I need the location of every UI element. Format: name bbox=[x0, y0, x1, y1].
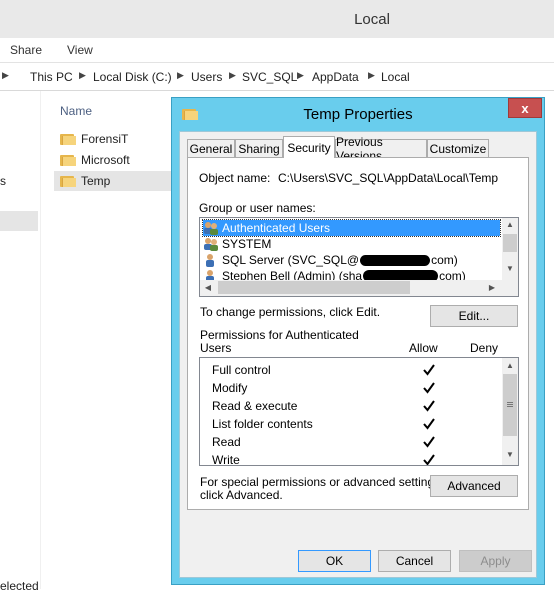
user-name: SQL Server (SVC_SQL@ bbox=[222, 253, 360, 267]
tab-customize[interactable]: Customize bbox=[427, 139, 489, 157]
ribbon-tab-share[interactable]: Share bbox=[10, 43, 42, 57]
user-name-suffix: com) bbox=[431, 253, 458, 267]
scroll-down-icon[interactable]: ▼ bbox=[502, 264, 518, 273]
chevron-right-icon[interactable]: ▶ bbox=[229, 70, 236, 81]
user-icon bbox=[203, 253, 219, 267]
user-list[interactable]: Authenticated Users SYSTEM SQL Server (S… bbox=[199, 217, 519, 297]
permission-name: Write bbox=[212, 453, 240, 466]
close-icon: x bbox=[521, 100, 529, 116]
scrollbar-thumb[interactable] bbox=[503, 374, 517, 436]
list-item[interactable]: SQL Server (SVC_SQL@ com) bbox=[203, 252, 500, 268]
vertical-scrollbar[interactable]: ▲ ▼ bbox=[502, 358, 518, 465]
file-name: ForensiT bbox=[81, 132, 129, 146]
chevron-right-icon[interactable]: ▶ bbox=[2, 70, 9, 81]
file-name: Microsoft bbox=[81, 153, 130, 167]
checkmark-icon bbox=[423, 454, 435, 465]
ok-button[interactable]: OK bbox=[298, 550, 371, 572]
file-item-temp[interactable]: Temp bbox=[54, 171, 174, 191]
tab-general[interactable]: General bbox=[187, 139, 235, 157]
edit-button[interactable]: Edit... bbox=[430, 305, 518, 327]
navigation-item-selected[interactable] bbox=[0, 211, 38, 231]
grip-icon bbox=[507, 402, 513, 403]
object-name-value: C:\Users\SVC_SQL\AppData\Local\Temp bbox=[278, 171, 499, 185]
user-name: SYSTEM bbox=[222, 237, 272, 251]
navigation-item-partial[interactable]: s bbox=[0, 174, 6, 188]
breadcrumb-svc-sql[interactable]: SVC_SQL bbox=[242, 70, 297, 84]
advanced-button[interactable]: Advanced bbox=[430, 475, 518, 497]
breadcrumb-this-pc[interactable]: This PC bbox=[30, 70, 73, 84]
scrollbar-thumb[interactable] bbox=[218, 281, 410, 294]
permission-name: Read bbox=[212, 435, 241, 449]
scroll-left-icon[interactable]: ◀ bbox=[200, 283, 216, 292]
redaction-mark bbox=[360, 254, 431, 266]
special-permissions-text-2: click Advanced. bbox=[200, 488, 283, 502]
list-item[interactable]: SYSTEM bbox=[203, 236, 500, 252]
cancel-button[interactable]: Cancel bbox=[378, 550, 451, 572]
permission-row: Read & execute bbox=[212, 399, 512, 417]
scroll-up-icon[interactable]: ▲ bbox=[502, 220, 518, 229]
checkmark-icon bbox=[423, 400, 435, 412]
chevron-right-icon[interactable]: ▶ bbox=[368, 70, 375, 81]
scrollbar-thumb[interactable] bbox=[503, 234, 517, 252]
deny-column-label: Deny bbox=[470, 341, 499, 355]
permission-row: Write bbox=[212, 453, 512, 466]
folder-icon bbox=[60, 154, 76, 166]
folder-icon bbox=[60, 175, 76, 187]
chevron-right-icon[interactable]: ▶ bbox=[297, 70, 304, 81]
permissions-header-user: Users bbox=[200, 341, 232, 355]
group-names-label: Group or user names: bbox=[199, 201, 316, 215]
file-name: Temp bbox=[81, 174, 111, 188]
status-text: elected bbox=[0, 579, 39, 593]
chevron-right-icon[interactable]: ▶ bbox=[177, 70, 184, 81]
scroll-right-icon[interactable]: ▶ bbox=[484, 283, 500, 292]
file-item-microsoft[interactable]: Microsoft bbox=[54, 150, 174, 170]
apply-button[interactable]: Apply bbox=[459, 550, 532, 572]
permission-row: List folder contents bbox=[212, 417, 512, 435]
navigation-pane bbox=[0, 91, 41, 589]
user-name: Authenticated Users bbox=[222, 221, 331, 235]
list-item[interactable]: Authenticated Users bbox=[202, 219, 501, 237]
explorer-window-title: Local bbox=[354, 10, 390, 28]
group-icon bbox=[203, 221, 219, 235]
checkmark-icon bbox=[423, 436, 435, 448]
permission-name: Read & execute bbox=[212, 399, 298, 413]
checkmark-icon bbox=[423, 418, 435, 430]
ribbon-tab-view[interactable]: View bbox=[67, 43, 93, 57]
address-bar[interactable]: ▶ This PC ▶ Local Disk (C:) ▶ Users ▶ SV… bbox=[0, 64, 554, 91]
breadcrumb-appdata[interactable]: AppData bbox=[312, 70, 359, 84]
permission-row: Read bbox=[212, 435, 512, 453]
allow-column-label: Allow bbox=[409, 341, 438, 355]
permissions-list[interactable]: Full control Modify Read & execute List … bbox=[199, 357, 519, 466]
permission-name: List folder contents bbox=[212, 417, 313, 431]
tab-security[interactable]: Security bbox=[283, 136, 335, 158]
breadcrumb-local[interactable]: Local bbox=[381, 70, 410, 84]
file-item-forensit[interactable]: ForensiT bbox=[54, 129, 174, 149]
checkmark-icon bbox=[423, 364, 435, 376]
breadcrumb-local-disk[interactable]: Local Disk (C:) bbox=[93, 70, 172, 84]
column-header-name[interactable]: Name bbox=[60, 104, 92, 118]
permission-row: Full control bbox=[212, 363, 512, 381]
scroll-up-icon[interactable]: ▲ bbox=[502, 361, 518, 370]
folder-icon bbox=[60, 133, 76, 145]
tab-sharing[interactable]: Sharing bbox=[235, 139, 283, 157]
group-icon bbox=[203, 237, 219, 251]
tab-previous-versions[interactable]: Previous Versions bbox=[335, 135, 427, 163]
special-permissions-text: For special permissions or advanced sett… bbox=[200, 475, 444, 489]
close-button[interactable]: x bbox=[508, 98, 542, 118]
change-permissions-text: To change permissions, click Edit. bbox=[200, 305, 381, 319]
ribbon: Share View bbox=[0, 38, 554, 63]
breadcrumb-users[interactable]: Users bbox=[191, 70, 222, 84]
scroll-down-icon[interactable]: ▼ bbox=[502, 450, 518, 459]
dialog-title: Temp Properties bbox=[303, 105, 413, 123]
permission-row: Modify bbox=[212, 381, 512, 399]
vertical-scrollbar[interactable]: ▲ ▼ bbox=[502, 218, 518, 280]
checkmark-icon bbox=[423, 382, 435, 394]
permission-name: Full control bbox=[212, 363, 271, 377]
permission-name: Modify bbox=[212, 381, 248, 395]
object-name-label: Object name: bbox=[199, 171, 271, 185]
permissions-header: Permissions for Authenticated bbox=[200, 328, 359, 342]
horizontal-scrollbar[interactable]: ◀ ▶ bbox=[200, 280, 518, 296]
chevron-right-icon[interactable]: ▶ bbox=[79, 70, 86, 81]
